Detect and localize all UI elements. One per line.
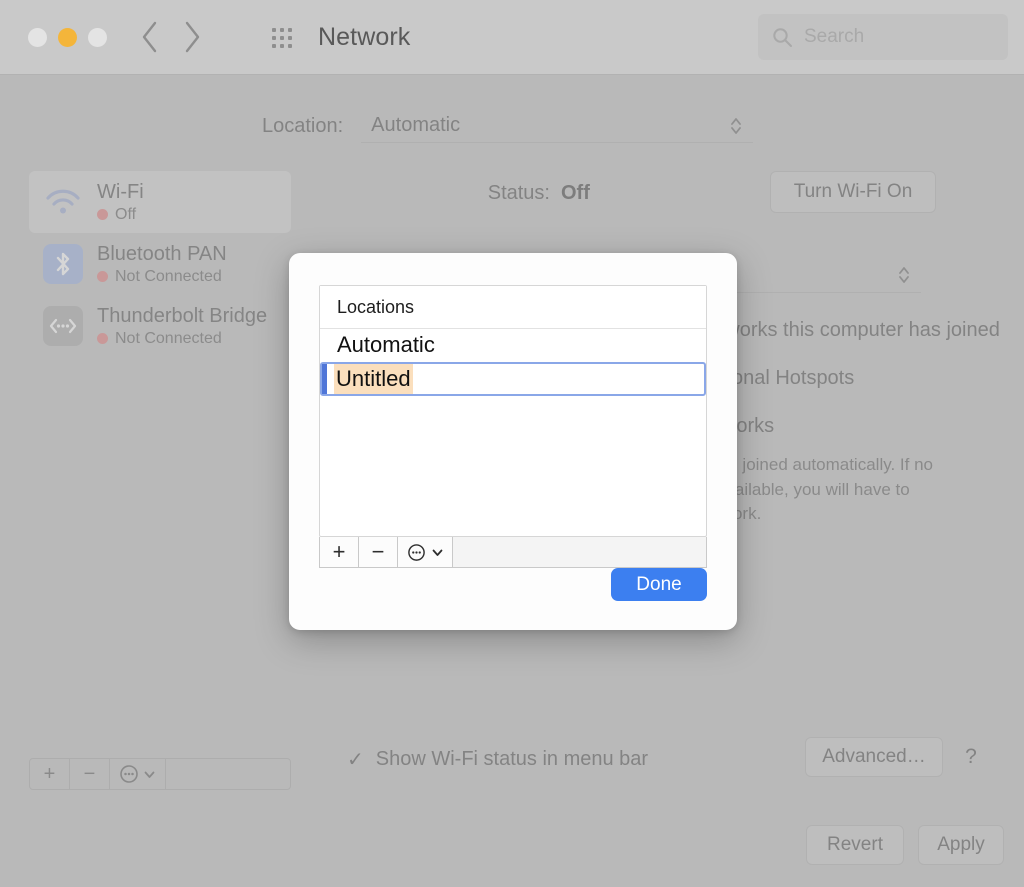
locations-list-header: Locations — [320, 286, 706, 329]
network-services-sidebar: Wi-Fi Off Bluetooth PAN — [29, 171, 291, 756]
apply-button[interactable]: Apply — [918, 825, 1004, 865]
sidebar-item-status: Not Connected — [97, 268, 227, 286]
chevron-up-down-icon — [897, 264, 911, 286]
ellipsis-circle-icon — [407, 543, 426, 562]
show-wifi-status-checkbox[interactable]: ✓ Show Wi-Fi status in menu bar — [347, 747, 648, 772]
sidebar-item-status-text: Not Connected — [115, 268, 222, 286]
show-wifi-status-label: Show Wi-Fi status in menu bar — [376, 748, 648, 771]
remove-location-button[interactable]: − — [359, 537, 398, 567]
grid-all-preferences-icon — [269, 24, 297, 52]
sidebar-item-bluetooth-pan-text: Bluetooth PAN Not Connected — [97, 243, 227, 286]
add-service-button[interactable]: + — [30, 759, 70, 789]
sidebar-item-bluetooth-pan[interactable]: Bluetooth PAN Not Connected — [29, 233, 291, 295]
sidebar-item-thunderbolt-bridge-text: Thunderbolt Bridge Not Connected — [97, 305, 267, 348]
chevron-up-down-icon — [729, 115, 743, 137]
advanced-button[interactable]: Advanced… — [805, 737, 943, 777]
list-item-editing[interactable]: Untitled — [320, 362, 706, 396]
page-title: Network — [318, 23, 410, 52]
forward-button[interactable] — [182, 20, 202, 54]
locations-list: Locations Automatic Untitled — [319, 285, 707, 537]
thunderbolt-bridge-icon — [43, 306, 83, 346]
add-location-button[interactable]: + — [320, 537, 359, 567]
turn-wifi-on-button[interactable]: Turn Wi-Fi On — [770, 171, 936, 213]
list-item[interactable]: Automatic — [320, 329, 706, 361]
wifi-icon — [43, 182, 83, 222]
sidebar-item-status-text: Off — [115, 206, 136, 224]
locations-toolbar: + − — [319, 537, 707, 568]
network-preferences-window: Network Search Location: Automatic — [0, 0, 1024, 887]
checkmark-icon: ✓ — [347, 747, 364, 772]
sidebar-item-label: Bluetooth PAN — [97, 243, 227, 266]
location-row: Location: Automatic — [262, 109, 753, 143]
back-button[interactable] — [140, 20, 160, 54]
sidebar-item-status-text: Not Connected — [115, 330, 222, 348]
revert-button[interactable]: Revert — [806, 825, 904, 865]
locations-sheet-dialog: Locations Automatic Untitled + − — [289, 253, 737, 630]
service-action-menu-button[interactable] — [110, 759, 166, 789]
locations-list-body: Automatic Untitled — [320, 329, 706, 396]
location-popup-button[interactable]: Automatic — [361, 109, 753, 143]
status-dot — [97, 271, 108, 282]
edit-caret — [322, 364, 327, 394]
location-action-menu-button[interactable] — [398, 537, 453, 567]
status-value: Off — [561, 182, 590, 205]
status-dot — [97, 333, 108, 344]
status-dot — [97, 209, 108, 220]
location-value: Automatic — [371, 114, 460, 137]
search-icon — [772, 27, 793, 48]
locations-toolbar-spacer — [453, 537, 706, 567]
sidebar-item-label: Thunderbolt Bridge — [97, 305, 267, 328]
bluetooth-icon — [43, 244, 83, 284]
wifi-detail-pane: Status: Off Turn Wi-Fi On Network Name: … — [310, 171, 1000, 215]
sidebar-item-status: Off — [97, 206, 144, 224]
sidebar-item-wifi-text: Wi-Fi Off — [97, 181, 144, 224]
sidebar-item-label: Wi-Fi — [97, 181, 144, 204]
location-name-input[interactable]: Untitled — [334, 364, 413, 394]
zoom-button[interactable] — [88, 28, 107, 47]
chevron-down-icon — [143, 768, 156, 781]
sidebar-item-status: Not Connected — [97, 330, 267, 348]
sidebar-toolbar-spacer — [166, 759, 290, 789]
ellipsis-circle-icon — [119, 764, 139, 784]
traffic-light-buttons — [28, 28, 107, 47]
minimize-button[interactable] — [58, 28, 77, 47]
done-button[interactable]: Done — [611, 568, 707, 601]
navigation-arrows — [140, 20, 202, 54]
location-label: Location: — [262, 115, 343, 138]
sidebar-item-wifi[interactable]: Wi-Fi Off — [29, 171, 291, 233]
chevron-down-icon — [431, 546, 444, 559]
help-button[interactable]: ? — [955, 741, 987, 773]
sidebar-item-thunderbolt-bridge[interactable]: Thunderbolt Bridge Not Connected — [29, 295, 291, 357]
window-titlebar: Network Search — [0, 0, 1024, 75]
status-label: Status: — [310, 182, 550, 205]
search-field[interactable]: Search — [758, 14, 1008, 60]
location-row-label: Automatic — [337, 332, 435, 358]
remove-service-button[interactable]: − — [70, 759, 110, 789]
search-placeholder: Search — [804, 26, 864, 48]
show-all-preferences-button[interactable] — [269, 24, 297, 52]
sidebar-toolbar: + − — [29, 758, 291, 790]
close-button[interactable] — [28, 28, 47, 47]
